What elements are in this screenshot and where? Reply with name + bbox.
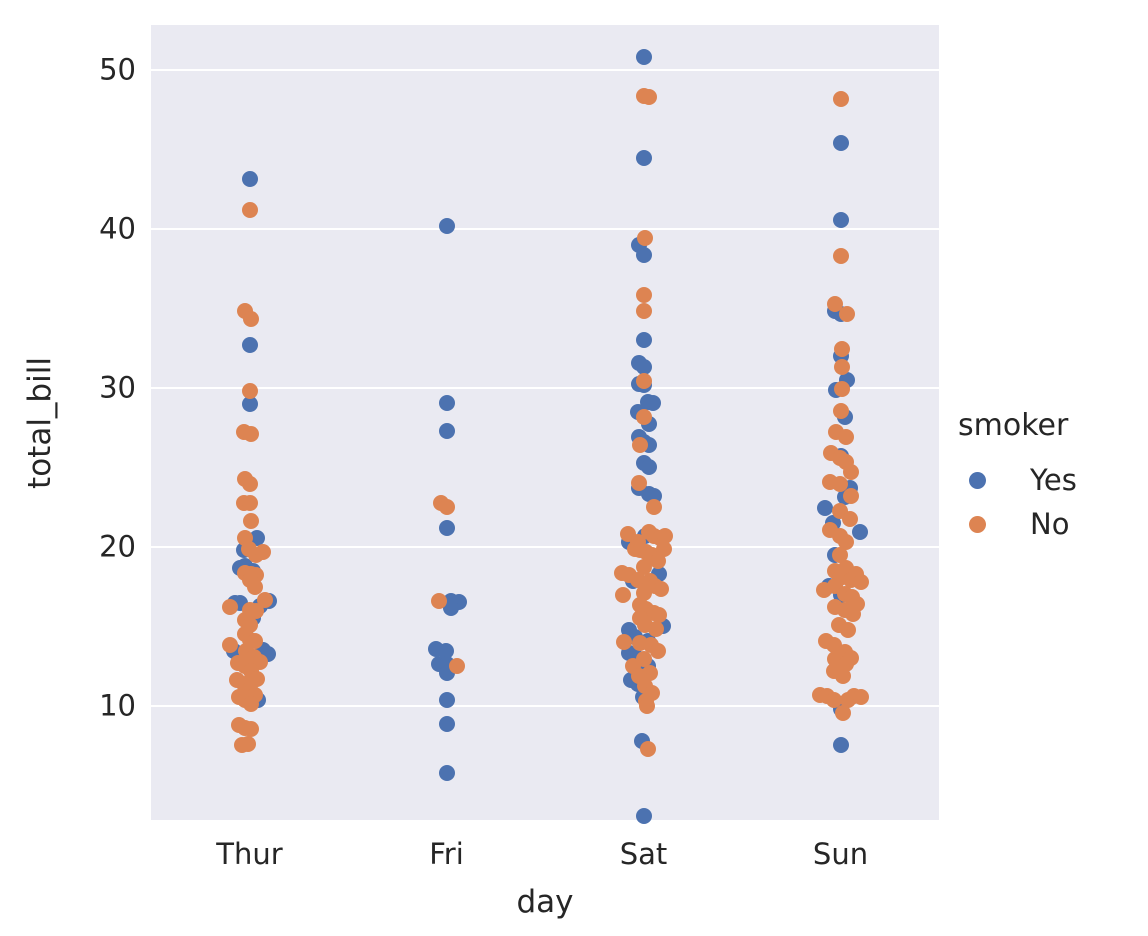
- data-point: [241, 201, 258, 218]
- data-point: [241, 494, 258, 511]
- data-point: [242, 696, 259, 713]
- data-point: [631, 436, 648, 453]
- data-point: [842, 488, 859, 505]
- legend: smoker Yes No: [958, 408, 1138, 546]
- data-point: [834, 667, 851, 684]
- data-point: [641, 89, 658, 106]
- legend-swatch-icon: [969, 515, 986, 533]
- legend-label: No: [1030, 507, 1070, 541]
- data-point: [241, 475, 258, 492]
- data-point: [635, 303, 652, 320]
- data-point: [832, 247, 849, 264]
- data-point: [648, 620, 665, 637]
- y-tick-label-50: 50: [99, 52, 136, 87]
- data-point: [838, 305, 855, 322]
- data-point: [438, 217, 455, 234]
- data-point: [817, 500, 834, 517]
- data-point: [840, 621, 857, 638]
- data-point: [843, 463, 860, 480]
- data-point: [832, 737, 849, 754]
- data-point: [242, 426, 259, 443]
- data-point: [635, 286, 652, 303]
- legend-entries: Yes No: [958, 458, 1138, 546]
- data-point: [635, 332, 652, 349]
- data-point: [832, 135, 849, 152]
- data-point: [834, 704, 851, 721]
- y-axis-label: total_bill: [22, 357, 58, 489]
- y-axis-label-wrap: total_bill: [0, 0, 70, 936]
- x-tick-label-sat: Sat: [619, 837, 668, 871]
- data-point: [242, 311, 259, 328]
- data-point: [449, 658, 466, 675]
- data-point: [438, 692, 455, 709]
- data-point: [655, 541, 672, 558]
- data-point: [640, 741, 656, 758]
- plot-area: [151, 25, 939, 824]
- x-tick-label-sun: Sun: [812, 837, 869, 871]
- y-tick-label-10: 10: [99, 688, 136, 723]
- data-point: [844, 605, 861, 622]
- x-axis-label: day: [516, 884, 574, 920]
- data-point: [638, 698, 655, 715]
- data-point: [635, 247, 652, 264]
- data-point: [833, 359, 850, 376]
- x-axis-ticks: Thur Fri Sat Sun: [151, 836, 939, 876]
- data-point: [438, 765, 455, 782]
- data-point: [243, 721, 260, 738]
- data-point: [635, 48, 652, 65]
- data-point: [644, 394, 661, 411]
- data-point: [630, 474, 647, 491]
- legend-title: smoker: [958, 408, 1069, 443]
- data-point: [438, 716, 455, 733]
- legend-item-no[interactable]: No: [958, 502, 1138, 546]
- y-tick-label-40: 40: [99, 211, 136, 246]
- data-point: [439, 498, 456, 515]
- data-point: [242, 513, 259, 530]
- legend-item-yes[interactable]: Yes: [958, 458, 1138, 502]
- data-point: [832, 402, 849, 419]
- data-point: [852, 573, 869, 590]
- data-point: [615, 587, 632, 604]
- y-tick-label-30: 30: [99, 370, 136, 405]
- data-point: [430, 593, 447, 610]
- data-point: [240, 736, 257, 753]
- x-tick-label-thur: Thur: [216, 837, 283, 871]
- chart-figure: 10 20 30 40 50 Thur Fri Sat Sun day total_bill …: [0, 0, 1148, 936]
- data-point: [640, 459, 657, 476]
- data-point: [241, 171, 258, 188]
- data-point: [833, 380, 850, 397]
- y-tick-label-20: 20: [99, 529, 136, 564]
- legend-label: Yes: [1030, 463, 1077, 497]
- data-point: [653, 581, 670, 598]
- data-point: [241, 336, 258, 353]
- data-point: [635, 149, 652, 166]
- data-point: [222, 598, 239, 615]
- x-tick-label-fri: Fri: [429, 837, 464, 871]
- data-point: [852, 689, 869, 706]
- data-point: [838, 429, 855, 446]
- data-point: [646, 498, 663, 515]
- data-point: [649, 643, 666, 660]
- data-point: [635, 807, 652, 824]
- data-point: [636, 229, 653, 246]
- data-point: [851, 524, 868, 541]
- data-point: [438, 520, 455, 537]
- data-point: [241, 382, 258, 399]
- data-point: [616, 633, 633, 650]
- legend-swatch-icon: [969, 471, 986, 489]
- data-points-layer: [151, 25, 939, 824]
- data-point: [832, 90, 849, 107]
- data-point: [832, 211, 849, 228]
- data-point: [635, 408, 652, 425]
- data-point: [438, 422, 455, 439]
- data-point: [254, 544, 271, 561]
- data-point: [438, 394, 455, 411]
